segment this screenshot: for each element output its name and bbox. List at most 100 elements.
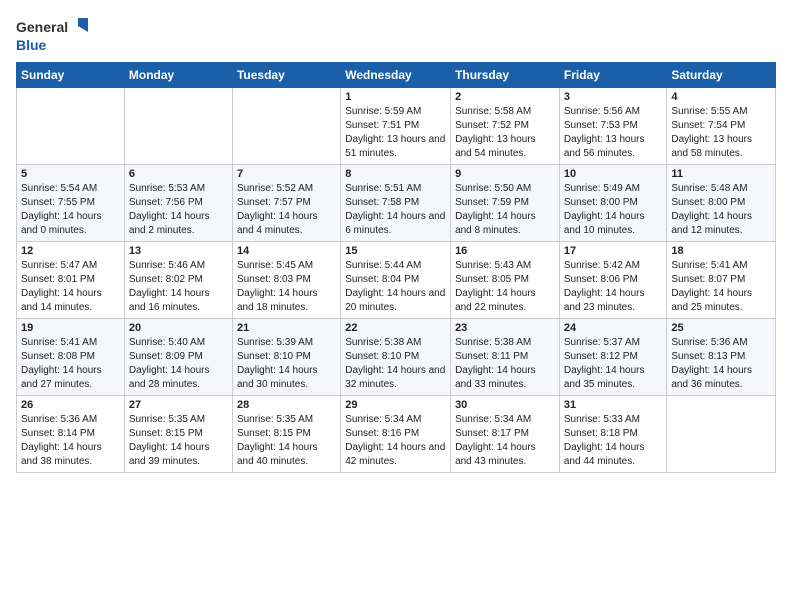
day-number: 31 xyxy=(564,399,663,411)
day-cell: 30Sunrise: 5:34 AMSunset: 8:17 PMDayligh… xyxy=(451,396,560,473)
day-cell: 28 Sunrise: 5:35 AMSunset: 8:15 PMDayligh… xyxy=(232,396,340,473)
day-info: Sunrise: 5:38 AMSunset: 8:11 PMDaylight:… xyxy=(455,336,555,392)
day-cell: 12Sunrise: 5:47 AMSunset: 8:01 PMDayligh… xyxy=(17,242,125,319)
day-cell: 17 Sunrise: 5:42 AMSunset: 8:06 PMDayligh… xyxy=(559,242,667,319)
day-cell: 20Sunrise: 5:40 AMSunset: 8:09 PMDayligh… xyxy=(124,319,232,396)
logo-svg: General Blue xyxy=(16,16,96,58)
day-number: 3 xyxy=(564,91,663,103)
day-number: 16 xyxy=(455,245,555,257)
week-row-2: 5 Sunrise: 5:54 AMSunset: 7:55 PMDaylight… xyxy=(17,165,776,242)
weekday-header-row: SundayMondayTuesdayWednesdayThursdayFrid… xyxy=(17,63,776,88)
day-info: Sunrise: 5:36 AMSunset: 8:13 PMDaylight:… xyxy=(671,336,771,392)
day-cell: 18 Sunrise: 5:41 AMSunset: 8:07 PMDayligh… xyxy=(667,242,776,319)
day-number: 21 xyxy=(237,322,336,334)
day-info: Sunrise: 5:45 AMSunset: 8:03 PMDaylight:… xyxy=(237,259,336,315)
weekday-header-wednesday: Wednesday xyxy=(341,63,451,88)
day-info: Sunrise: 5:43 AMSunset: 8:05 PMDaylight:… xyxy=(455,259,555,315)
day-cell xyxy=(17,88,125,165)
svg-text:General: General xyxy=(16,19,68,35)
day-info: Sunrise: 5:41 AMSunset: 8:07 PMDaylight:… xyxy=(671,259,771,315)
day-cell: 29 Sunrise: 5:34 AMSunset: 8:16 PMDayligh… xyxy=(341,396,451,473)
day-info: Sunrise: 5:59 AMSunset: 7:51 PMDaylight:… xyxy=(345,105,446,161)
day-cell: 8 Sunrise: 5:51 AMSunset: 7:58 PMDaylight… xyxy=(341,165,451,242)
day-info: Sunrise: 5:37 AMSunset: 8:12 PMDaylight:… xyxy=(564,336,663,392)
day-number: 28 xyxy=(237,399,336,411)
calendar-table: SundayMondayTuesdayWednesdayThursdayFrid… xyxy=(16,62,776,473)
day-info: Sunrise: 5:34 AMSunset: 8:17 PMDaylight:… xyxy=(455,413,555,469)
day-number: 23 xyxy=(455,322,555,334)
day-cell: 4 Sunrise: 5:55 AMSunset: 7:54 PMDaylight… xyxy=(667,88,776,165)
day-cell: 16 Sunrise: 5:43 AMSunset: 8:05 PMDayligh… xyxy=(451,242,560,319)
day-info: Sunrise: 5:58 AMSunset: 7:52 PMDaylight:… xyxy=(455,105,555,161)
day-number: 10 xyxy=(564,168,663,180)
day-info: Sunrise: 5:51 AMSunset: 7:58 PMDaylight:… xyxy=(345,182,446,238)
day-number: 19 xyxy=(21,322,120,334)
day-cell: 24 Sunrise: 5:37 AMSunset: 8:12 PMDayligh… xyxy=(559,319,667,396)
day-number: 9 xyxy=(455,168,555,180)
weekday-header-thursday: Thursday xyxy=(451,63,560,88)
day-cell: 10Sunrise: 5:49 AMSunset: 8:00 PMDayligh… xyxy=(559,165,667,242)
day-info: Sunrise: 5:39 AMSunset: 8:10 PMDaylight:… xyxy=(237,336,336,392)
weekday-header-sunday: Sunday xyxy=(17,63,125,88)
day-number: 18 xyxy=(671,245,771,257)
day-cell: 15Sunrise: 5:44 AMSunset: 8:04 PMDayligh… xyxy=(341,242,451,319)
day-cell: 7 Sunrise: 5:52 AMSunset: 7:57 PMDaylight… xyxy=(232,165,340,242)
day-info: Sunrise: 5:34 AMSunset: 8:16 PMDaylight:… xyxy=(345,413,446,469)
week-row-5: 26 Sunrise: 5:36 AMSunset: 8:14 PMDayligh… xyxy=(17,396,776,473)
day-cell xyxy=(667,396,776,473)
day-number: 17 xyxy=(564,245,663,257)
weekday-header-friday: Friday xyxy=(559,63,667,88)
day-number: 5 xyxy=(21,168,120,180)
day-number: 29 xyxy=(345,399,446,411)
day-number: 27 xyxy=(129,399,228,411)
day-number: 14 xyxy=(237,245,336,257)
day-info: Sunrise: 5:46 AMSunset: 8:02 PMDaylight:… xyxy=(129,259,228,315)
day-info: Sunrise: 5:53 AMSunset: 7:56 PMDaylight:… xyxy=(129,182,228,238)
day-number: 7 xyxy=(237,168,336,180)
day-number: 26 xyxy=(21,399,120,411)
day-cell: 14 Sunrise: 5:45 AMSunset: 8:03 PMDayligh… xyxy=(232,242,340,319)
day-info: Sunrise: 5:50 AMSunset: 7:59 PMDaylight:… xyxy=(455,182,555,238)
week-row-4: 19 Sunrise: 5:41 AMSunset: 8:08 PMDayligh… xyxy=(17,319,776,396)
day-info: Sunrise: 5:36 AMSunset: 8:14 PMDaylight:… xyxy=(21,413,120,469)
day-info: Sunrise: 5:54 AMSunset: 7:55 PMDaylight:… xyxy=(21,182,120,238)
day-info: Sunrise: 5:56 AMSunset: 7:53 PMDaylight:… xyxy=(564,105,663,161)
day-number: 6 xyxy=(129,168,228,180)
day-info: Sunrise: 5:52 AMSunset: 7:57 PMDaylight:… xyxy=(237,182,336,238)
day-number: 20 xyxy=(129,322,228,334)
day-info: Sunrise: 5:55 AMSunset: 7:54 PMDaylight:… xyxy=(671,105,771,161)
day-number: 11 xyxy=(671,168,771,180)
page-container: General Blue SundayMondayTuesdayWednesda… xyxy=(0,0,792,483)
day-number: 4 xyxy=(671,91,771,103)
day-cell xyxy=(124,88,232,165)
day-number: 2 xyxy=(455,91,555,103)
day-cell: 9 Sunrise: 5:50 AMSunset: 7:59 PMDaylight… xyxy=(451,165,560,242)
day-cell: 3 Sunrise: 5:56 AMSunset: 7:53 PMDaylight… xyxy=(559,88,667,165)
day-cell: 5 Sunrise: 5:54 AMSunset: 7:55 PMDaylight… xyxy=(17,165,125,242)
day-cell: 22Sunrise: 5:38 AMSunset: 8:10 PMDayligh… xyxy=(341,319,451,396)
day-number: 15 xyxy=(345,245,446,257)
day-info: Sunrise: 5:42 AMSunset: 8:06 PMDaylight:… xyxy=(564,259,663,315)
day-cell: 26 Sunrise: 5:36 AMSunset: 8:14 PMDayligh… xyxy=(17,396,125,473)
day-cell: 19 Sunrise: 5:41 AMSunset: 8:08 PMDayligh… xyxy=(17,319,125,396)
day-number: 25 xyxy=(671,322,771,334)
day-info: Sunrise: 5:38 AMSunset: 8:10 PMDaylight:… xyxy=(345,336,446,392)
day-info: Sunrise: 5:41 AMSunset: 8:08 PMDaylight:… xyxy=(21,336,120,392)
weekday-header-tuesday: Tuesday xyxy=(232,63,340,88)
week-row-3: 12Sunrise: 5:47 AMSunset: 8:01 PMDayligh… xyxy=(17,242,776,319)
day-info: Sunrise: 5:47 AMSunset: 8:01 PMDaylight:… xyxy=(21,259,120,315)
day-info: Sunrise: 5:35 AMSunset: 8:15 PMDaylight:… xyxy=(129,413,228,469)
day-cell: 23 Sunrise: 5:38 AMSunset: 8:11 PMDayligh… xyxy=(451,319,560,396)
day-cell xyxy=(232,88,340,165)
day-number: 24 xyxy=(564,322,663,334)
day-cell: 21 Sunrise: 5:39 AMSunset: 8:10 PMDayligh… xyxy=(232,319,340,396)
week-row-1: 1Sunrise: 5:59 AMSunset: 7:51 PMDaylight… xyxy=(17,88,776,165)
day-info: Sunrise: 5:48 AMSunset: 8:00 PMDaylight:… xyxy=(671,182,771,238)
day-cell: 27 Sunrise: 5:35 AMSunset: 8:15 PMDayligh… xyxy=(124,396,232,473)
weekday-header-monday: Monday xyxy=(124,63,232,88)
day-cell: 13 Sunrise: 5:46 AMSunset: 8:02 PMDayligh… xyxy=(124,242,232,319)
day-cell: 31Sunrise: 5:33 AMSunset: 8:18 PMDayligh… xyxy=(559,396,667,473)
day-number: 13 xyxy=(129,245,228,257)
day-number: 8 xyxy=(345,168,446,180)
day-info: Sunrise: 5:35 AMSunset: 8:15 PMDaylight:… xyxy=(237,413,336,469)
